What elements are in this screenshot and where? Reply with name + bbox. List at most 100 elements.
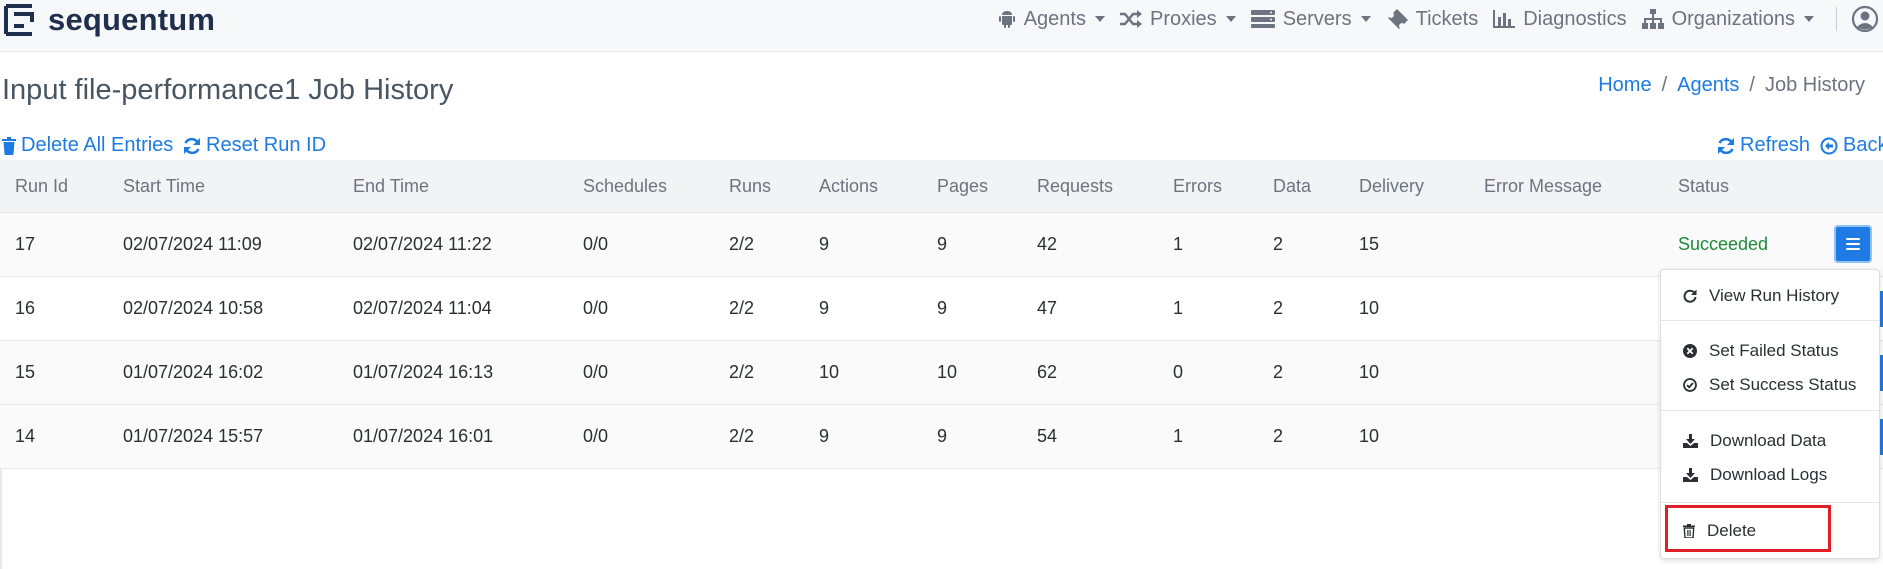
download-icon xyxy=(1683,468,1698,482)
cell-delivery: 15 xyxy=(1359,234,1380,254)
bar-chart-icon xyxy=(1493,10,1516,28)
column-header-pages[interactable]: Pages xyxy=(937,160,988,212)
back-button[interactable]: Back xyxy=(1820,134,1883,157)
brand-name: sequentum xyxy=(48,2,216,37)
cell-run-id: 17 xyxy=(15,234,36,254)
back-label: Back xyxy=(1843,134,1883,156)
menu-divider xyxy=(1661,410,1879,411)
brand-logo[interactable]: sequentum xyxy=(2,0,215,40)
nav-diagnostics[interactable]: Diagnostics xyxy=(1492,8,1627,31)
cell-start-time: 01/07/2024 16:02 xyxy=(123,362,264,382)
cell-actions: 9 xyxy=(819,234,830,254)
menu-item-label: Download Data xyxy=(1710,431,1827,450)
cell-requests: 42 xyxy=(1037,234,1058,254)
column-header-runs[interactable]: Runs xyxy=(729,160,771,212)
toolbar: Delete All Entries Reset Run ID Refresh … xyxy=(0,134,1883,160)
shuffle-icon xyxy=(1119,10,1142,28)
column-header-delivery[interactable]: Delivery xyxy=(1359,160,1424,212)
column-header-start-time[interactable]: Start Time xyxy=(123,160,205,212)
column-header-data[interactable]: Data xyxy=(1273,160,1311,212)
column-header-error-message[interactable]: Error Message xyxy=(1484,160,1602,212)
row-actions-menu-button[interactable] xyxy=(1834,225,1872,263)
cell-data: 2 xyxy=(1273,426,1284,446)
column-header-status[interactable]: Status xyxy=(1678,160,1729,212)
cell-end-time: 01/07/2024 16:01 xyxy=(353,426,494,446)
column-header-actions[interactable]: Actions xyxy=(819,160,878,212)
sync-icon xyxy=(1718,137,1734,154)
nav-servers-label: Servers xyxy=(1282,7,1352,30)
cell-pages: 9 xyxy=(937,298,948,318)
breadcrumb-home[interactable]: Home xyxy=(1598,74,1651,97)
cell-errors: 1 xyxy=(1173,426,1184,446)
nav-organizations-label: Organizations xyxy=(1671,7,1795,30)
menu-divider xyxy=(1661,502,1879,503)
redo-icon xyxy=(1683,289,1697,303)
menu-item-set-success-status[interactable]: Set Success Status xyxy=(1661,370,1879,400)
top-navbar: sequentum Agents Proxies Servers Tickets… xyxy=(0,0,1883,52)
reset-run-id-label: Reset Run ID xyxy=(206,134,327,156)
cell-data: 2 xyxy=(1273,362,1284,382)
delete-all-entries-label: Delete All Entries xyxy=(21,134,174,156)
delete-highlight-box xyxy=(1665,505,1831,552)
cell-run-id: 14 xyxy=(15,426,36,446)
table-row[interactable]: 14 01/07/2024 15:57 01/07/2024 16:01 0/0… xyxy=(0,405,1883,469)
menu-item-label: Download Logs xyxy=(1710,465,1828,484)
ticket-icon xyxy=(1387,9,1408,29)
menu-item-download-logs[interactable]: Download Logs xyxy=(1661,460,1879,490)
nav-agents[interactable]: Agents xyxy=(997,8,1105,31)
nav-servers[interactable]: Servers xyxy=(1250,8,1371,31)
table-row[interactable]: 16 02/07/2024 10:58 02/07/2024 11:04 0/0… xyxy=(0,277,1883,341)
cell-run-id: 15 xyxy=(15,362,36,382)
nav-proxies-label: Proxies xyxy=(1149,7,1217,30)
server-icon xyxy=(1250,10,1275,28)
user-circle-icon[interactable] xyxy=(1851,5,1879,33)
cell-errors: 1 xyxy=(1173,298,1184,318)
table-row[interactable]: 15 01/07/2024 16:02 01/07/2024 16:13 0/0… xyxy=(0,341,1883,405)
sequentum-logo-icon xyxy=(4,4,34,36)
menu-item-view-run-history[interactable]: View Run History xyxy=(1661,281,1879,311)
table-row[interactable]: 17 02/07/2024 11:09 02/07/2024 11:22 0/0… xyxy=(0,213,1883,277)
nav-tickets[interactable]: Tickets xyxy=(1385,8,1478,31)
times-circle-icon xyxy=(1683,344,1697,358)
breadcrumb-separator: / xyxy=(1661,74,1668,96)
cell-errors: 0 xyxy=(1173,362,1184,382)
column-header-errors[interactable]: Errors xyxy=(1173,160,1222,212)
cell-start-time: 02/07/2024 11:09 xyxy=(123,234,262,254)
hamburger-icon xyxy=(1846,238,1860,250)
delete-all-entries-button[interactable]: Delete All Entries xyxy=(2,134,173,157)
cell-actions: 9 xyxy=(819,298,830,318)
caret-down-icon xyxy=(1804,16,1814,22)
column-header-requests[interactable]: Requests xyxy=(1037,160,1113,212)
menu-item-label: Set Failed Status xyxy=(1709,341,1839,360)
cell-start-time: 02/07/2024 10:58 xyxy=(123,298,264,318)
cell-end-time: 02/07/2024 11:22 xyxy=(353,234,492,254)
nav-proxies[interactable]: Proxies xyxy=(1119,8,1236,31)
cell-schedules: 0/0 xyxy=(583,234,609,254)
cell-delivery: 10 xyxy=(1359,426,1380,446)
cell-requests: 54 xyxy=(1037,426,1058,446)
cell-delivery: 10 xyxy=(1359,362,1380,382)
refresh-button[interactable]: Refresh xyxy=(1717,134,1810,157)
cell-schedules: 0/0 xyxy=(583,362,609,382)
android-icon xyxy=(998,11,1015,28)
cell-data: 2 xyxy=(1273,234,1284,254)
refresh-label: Refresh xyxy=(1740,134,1811,156)
nav-organizations[interactable]: Organizations xyxy=(1641,8,1814,31)
download-icon xyxy=(1683,434,1698,448)
arrow-circle-left-icon xyxy=(1820,137,1838,154)
column-header-schedules[interactable]: Schedules xyxy=(583,160,667,212)
menu-item-download-data[interactable]: Download Data xyxy=(1661,426,1879,456)
job-history-table: Run Id Start Time End Time Schedules Run… xyxy=(0,160,1883,469)
menu-item-set-failed-status[interactable]: Set Failed Status xyxy=(1661,336,1879,366)
sitemap-icon xyxy=(1641,9,1664,29)
menu-item-label: View Run History xyxy=(1709,286,1840,305)
column-header-end-time[interactable]: End Time xyxy=(353,160,429,212)
caret-down-icon xyxy=(1360,16,1371,22)
breadcrumb-agents[interactable]: Agents xyxy=(1677,74,1739,97)
column-header-run-id[interactable]: Run Id xyxy=(15,160,68,212)
cell-schedules: 0/0 xyxy=(583,426,609,446)
cell-actions: 10 xyxy=(819,362,840,382)
reset-run-id-button[interactable]: Reset Run ID xyxy=(183,134,326,157)
status-badge: Succeeded xyxy=(1678,234,1769,254)
check-circle-icon xyxy=(1683,378,1697,392)
